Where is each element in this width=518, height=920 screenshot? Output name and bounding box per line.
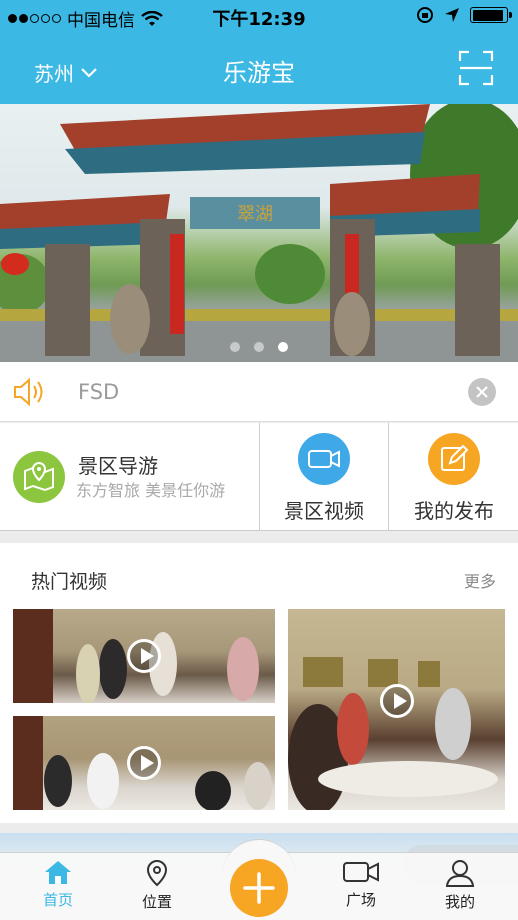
video-camera-icon [343,862,379,882]
hot-videos-section: 热门视频 更多 [0,543,518,823]
play-icon[interactable] [127,639,161,673]
location-arrow-icon [445,8,459,22]
my-posts-entry[interactable]: 我的发布 [390,423,518,531]
nav-bar: 苏州 乐游宝 [0,40,518,100]
page-title: 乐游宝 [223,59,295,87]
add-button[interactable] [230,859,288,917]
battery-icon [470,7,512,23]
plus-icon [243,872,275,904]
guide-title: 景区导游 [78,454,158,478]
video-thumbnail[interactable] [13,716,275,810]
feature-entries: 景区导游 东方智旅 美景任你游 景区视频 我的发布 [0,423,518,531]
pager-dot-active[interactable] [278,342,288,352]
rotation-lock-icon [417,7,433,23]
banner-pager [0,342,518,352]
tab-bar: 首页 位置 广场 我的 [0,839,518,920]
tab-plaza[interactable]: 广场 [331,859,391,910]
scenic-video-entry[interactable]: 景区视频 [260,423,389,531]
user-icon [445,860,475,887]
posts-entry-label: 我的发布 [414,499,494,523]
home-icon [45,861,71,884]
more-link[interactable]: 更多 [464,568,496,592]
edit-icon [428,433,480,485]
location-pin-icon [146,859,168,887]
pager-dot[interactable] [230,342,240,352]
scenic-guide-entry[interactable]: 景区导游 东方智旅 美景任你游 [0,423,260,531]
video-camera-icon [298,433,350,485]
banner-image: 翠湖 [0,104,518,362]
tab-label: 我的 [444,893,475,911]
video-entry-label: 景区视频 [284,499,364,523]
tab-label: 位置 [141,893,172,911]
map-pin-icon [13,451,65,503]
tab-home[interactable]: 首页 [28,859,88,910]
play-icon[interactable] [379,684,414,719]
status-bar: 中国电信 下午12:39 [0,0,518,34]
banner-sign-text: 翠湖 [237,204,273,225]
scan-qr-icon[interactable] [458,50,494,86]
close-icon[interactable] [468,378,496,406]
announcement-bar[interactable]: FSD [0,362,518,422]
top-bar: 中国电信 下午12:39 苏州 乐游宝 [0,0,518,104]
guide-subtitle: 东方智旅 美景任你游 [76,481,226,500]
tab-location[interactable]: 位置 [127,859,187,912]
tab-label: 首页 [42,891,73,909]
banner-carousel[interactable]: 翠湖 [0,104,518,362]
announcement-text: FSD [78,380,120,404]
video-thumbnail[interactable] [13,609,275,703]
tab-label: 广场 [345,891,376,909]
speaker-icon [14,377,43,407]
play-icon[interactable] [127,746,161,780]
pager-dot[interactable] [254,342,264,352]
section-title: 热门视频 [31,571,108,593]
video-thumbnail[interactable] [288,609,505,810]
tab-mine[interactable]: 我的 [430,859,490,912]
